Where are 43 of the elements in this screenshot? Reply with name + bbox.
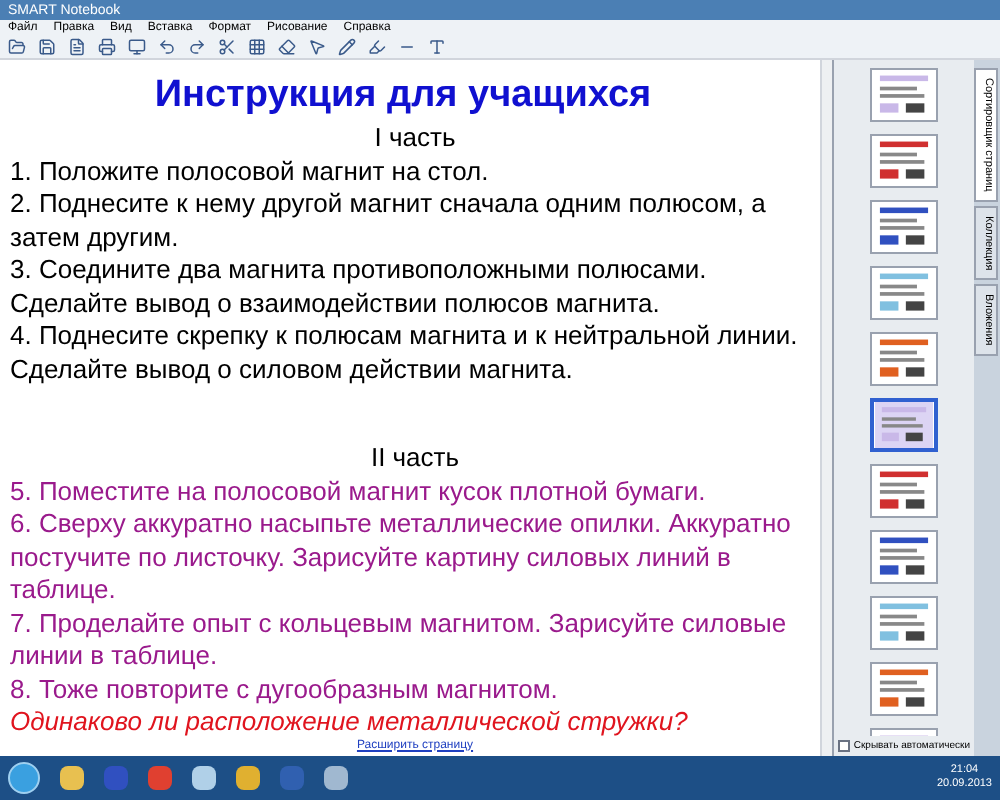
toolbar-icon[interactable] — [428, 38, 446, 56]
toolbar-icon[interactable] — [218, 38, 236, 56]
start-button[interactable] — [8, 762, 40, 794]
toolbar-icon[interactable] — [158, 38, 176, 56]
page-thumbnail[interactable] — [869, 596, 938, 650]
page-thumbnail[interactable] — [869, 68, 938, 122]
page-thumbnail[interactable] — [869, 662, 938, 716]
toolbar-icon[interactable] — [278, 38, 296, 56]
scrollbar[interactable] — [820, 60, 832, 756]
toolbar-icon[interactable] — [8, 38, 26, 56]
instruction-text: 7. Проделайте опыт с кольцевым магнитом. Зарисуйте силовые линии в таблице. — [10, 607, 789, 673]
section-title: II часть — [368, 442, 462, 475]
toolbar-icon[interactable] — [68, 38, 86, 56]
taskbar-icon[interactable] — [192, 766, 216, 790]
toolbar-icon[interactable] — [38, 38, 56, 56]
toolbar-icon[interactable] — [188, 38, 206, 56]
instruction-text: 1. Положите полосовой магнит на стол. — [10, 155, 491, 188]
toolbar-icon[interactable] — [248, 38, 266, 56]
instruction-text: 4. Поднесите скрепку к полюсам магнита и к нейтральной линии. Сделайте вывод о силовом действии магнита. — [10, 320, 800, 386]
page-thumbnail[interactable] — [869, 266, 938, 320]
toolbar-icon[interactable] — [98, 38, 116, 56]
toolbar-icon[interactable] — [308, 38, 326, 56]
page-thumbnail[interactable] — [869, 398, 938, 452]
page-thumbnail[interactable] — [869, 200, 938, 254]
question-text: Одинаково ли расположение металлической стружки? — [10, 706, 690, 739]
section-title: I часть — [372, 122, 458, 155]
toolbar-icon[interactable] — [338, 38, 356, 56]
instruction-text: 2. Поднесите к нему другой магнит сначала одним полюсом, а затем другим. — [10, 188, 768, 254]
instruction-text: 5. Поместите на полосовой магнит кусок плотной бумаги. — [10, 475, 708, 508]
instruction-text: 6. Сверху аккуратно насыпьте металлические опилки. Аккуратно постучите по листочку. Зарисуйте картину силовых линий в таблице. — [10, 508, 793, 607]
instruction-text: 8. Тоже повторите с дугообразным магнитом. — [10, 673, 560, 706]
page-thumbnail[interactable] — [869, 464, 938, 518]
toolbar-icon[interactable] — [128, 38, 146, 56]
taskbar-icon[interactable] — [324, 766, 348, 790]
taskbar-icon[interactable] — [236, 766, 260, 790]
checkbox[interactable] — [837, 740, 850, 752]
taskbar-icon[interactable] — [60, 766, 84, 790]
page-heading: Инструкция для учащихся — [152, 74, 654, 118]
instruction-text: 3. Соедините два магнита противоположными полюсами. Сделайте вывод о взаимодействии полюсов магнита. — [10, 254, 709, 320]
toolbar-icon[interactable] — [368, 38, 386, 56]
page-thumbnail[interactable] — [869, 134, 938, 188]
page-thumbnail[interactable] — [869, 530, 938, 584]
page-thumbnail[interactable] — [869, 332, 938, 386]
